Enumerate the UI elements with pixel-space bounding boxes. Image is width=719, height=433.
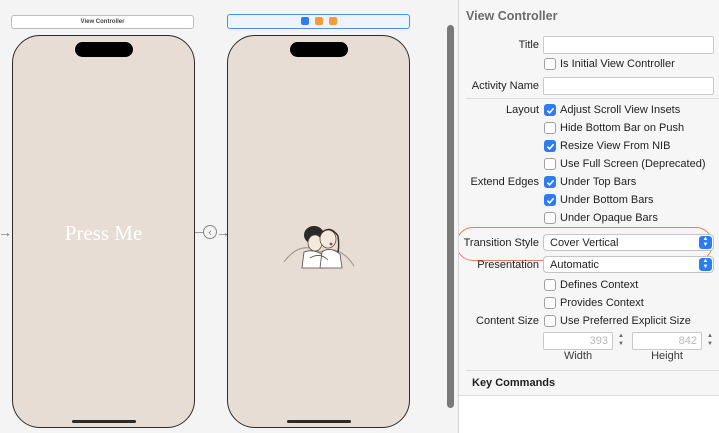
- provides-context-checkbox[interactable]: Provides Context: [544, 296, 644, 310]
- segue-icon[interactable]: ‹: [203, 225, 217, 239]
- initial-scene-arrow-icon: →: [0, 224, 12, 240]
- checkbox-box[interactable]: [544, 122, 556, 134]
- key-commands-title: Key Commands: [472, 377, 556, 389]
- checkbox-checked[interactable]: [544, 176, 556, 188]
- separator: [466, 98, 719, 99]
- activity-name-label: Activity Name: [471, 80, 539, 92]
- scene-title-bar-view-controller[interactable]: View Controller: [11, 15, 194, 29]
- canvas-scrollbar-thumb[interactable]: [447, 25, 454, 408]
- checkbox-label: Use Full Screen (Deprecated): [560, 158, 706, 170]
- popup-chevrons-icon: ▲ ▼: [699, 258, 712, 271]
- checkbox-label: Defines Context: [560, 279, 639, 291]
- separator: [466, 370, 719, 371]
- checkbox-box[interactable]: [544, 315, 556, 327]
- height-label: Height: [651, 350, 683, 362]
- checkbox-label: Resize View From NIB: [560, 140, 671, 152]
- dynamic-island: [74, 42, 133, 57]
- checkmark-icon: [546, 197, 554, 204]
- defines-context-checkbox[interactable]: Defines Context: [544, 278, 638, 292]
- scene-dock-bar[interactable]: [227, 14, 410, 29]
- activity-name-field[interactable]: [543, 77, 714, 95]
- scene-phone-2[interactable]: [227, 35, 410, 428]
- couple-illustration: [283, 226, 355, 269]
- presentation-popup[interactable]: Automatic ▲ ▼: [543, 256, 714, 273]
- key-commands-list[interactable]: [459, 395, 719, 433]
- layout-option-full-screen[interactable]: Use Full Screen (Deprecated): [544, 157, 706, 171]
- checkbox-label: Use Preferred Explicit Size: [560, 315, 691, 327]
- layout-label: Layout: [505, 104, 539, 116]
- home-indicator: [71, 420, 136, 423]
- scene-phone-1[interactable]: Press Me: [12, 35, 195, 428]
- width-label: Width: [563, 350, 593, 362]
- dynamic-island: [289, 42, 348, 57]
- home-indicator: [286, 420, 351, 423]
- extend-edges-under-opaque-bars[interactable]: Under Opaque Bars: [544, 211, 658, 225]
- popup-value: Automatic: [550, 259, 599, 271]
- layout-option-adjust-scroll-insets[interactable]: Adjust Scroll View Insets: [544, 103, 680, 117]
- exit-icon[interactable]: [328, 17, 337, 25]
- checkbox-label: Under Opaque Bars: [560, 212, 658, 224]
- checkbox-box[interactable]: [544, 212, 556, 224]
- checkbox-label: Adjust Scroll View Insets: [560, 104, 681, 116]
- height-field[interactable]: 842: [632, 332, 702, 350]
- checkbox-checked[interactable]: [544, 104, 556, 116]
- layout-option-hide-bottom-bar[interactable]: Hide Bottom Bar on Push: [544, 121, 684, 135]
- checkbox-box[interactable]: [544, 58, 556, 70]
- storyboard-canvas[interactable]: View Controller → Press Me ‹ →: [0, 0, 444, 433]
- checkbox-label: Under Bottom Bars: [560, 194, 654, 206]
- checkmark-icon: [546, 143, 554, 150]
- title-label: Title: [518, 39, 539, 51]
- transition-style-popup[interactable]: Cover Vertical ▲ ▼: [543, 234, 714, 251]
- checkbox-label: Under Top Bars: [560, 176, 637, 188]
- checkbox-label: Is Initial View Controller: [560, 58, 675, 70]
- checkbox-box[interactable]: [544, 158, 556, 170]
- popup-chevrons-icon: ▲ ▼: [699, 236, 712, 249]
- checkbox-label: Provides Context: [560, 297, 644, 309]
- height-stepper-icon[interactable]: ▲ ▼: [705, 332, 715, 350]
- extend-edges-under-top-bars[interactable]: Under Top Bars: [544, 175, 636, 189]
- extend-edges-label: Extend Edges: [470, 176, 540, 188]
- title-field[interactable]: [543, 36, 714, 54]
- layout-option-resize-from-nib[interactable]: Resize View From NIB: [544, 139, 670, 153]
- checkbox-checked[interactable]: [544, 140, 556, 152]
- popup-value: Cover Vertical: [550, 237, 619, 249]
- checkbox-checked[interactable]: [544, 194, 556, 206]
- width-stepper-icon[interactable]: ▲ ▼: [616, 332, 626, 350]
- checkmark-icon: [546, 179, 554, 186]
- first-responder-icon[interactable]: [314, 17, 323, 25]
- width-field[interactable]: 393: [543, 332, 613, 350]
- inspector-section-title: View Controller: [466, 9, 558, 23]
- transition-style-label: Transition Style: [463, 237, 539, 249]
- checkbox-box[interactable]: [544, 297, 556, 309]
- attributes-inspector: View Controller Title Is Initial View Co…: [459, 0, 719, 433]
- content-size-label: Content Size: [476, 315, 539, 327]
- extend-edges-under-bottom-bars[interactable]: Under Bottom Bars: [544, 193, 654, 207]
- checkbox-box[interactable]: [544, 279, 556, 291]
- checkmark-icon: [546, 107, 554, 114]
- initial-view-controller-checkbox[interactable]: Is Initial View Controller: [544, 57, 675, 71]
- checkbox-label: Hide Bottom Bar on Push: [560, 122, 685, 134]
- press-me-button[interactable]: Press Me: [13, 221, 194, 246]
- use-preferred-size-checkbox[interactable]: Use Preferred Explicit Size: [544, 314, 691, 328]
- presentation-label: Presentation: [477, 259, 539, 271]
- view-controller-icon[interactable]: [300, 17, 309, 25]
- scene-title: View Controller: [80, 19, 125, 25]
